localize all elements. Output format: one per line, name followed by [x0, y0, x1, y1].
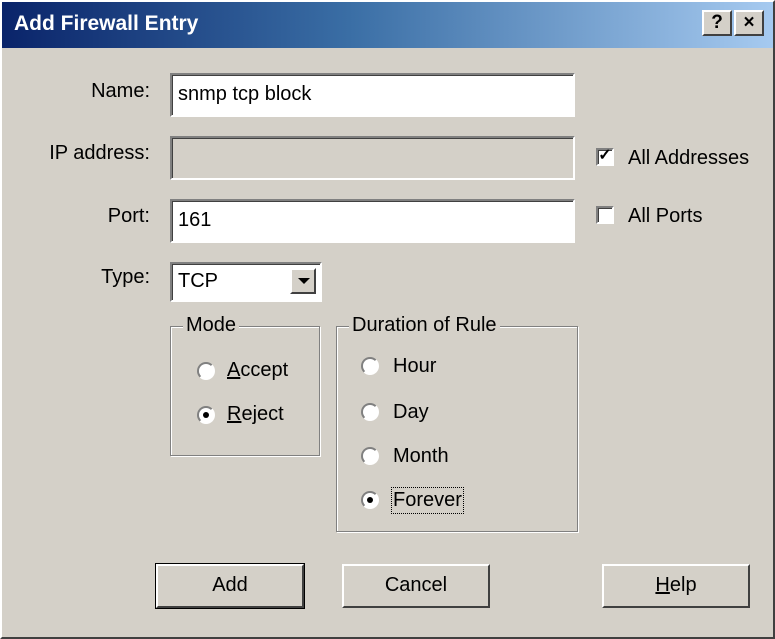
mode-reject-label[interactable]: Reject — [227, 403, 284, 426]
mode-group-title: Mode — [183, 314, 240, 337]
all-addresses-label[interactable]: All Addresses — [628, 147, 749, 170]
close-icon[interactable]: × — [734, 10, 764, 36]
duration-hour-radio[interactable] — [361, 357, 379, 375]
all-addresses-checkbox[interactable]: ✓ — [596, 148, 614, 166]
name-input[interactable]: snmp tcp block — [170, 73, 575, 117]
duration-forever-label[interactable]: Forever — [391, 487, 464, 514]
port-label: Port: — [107, 205, 150, 227]
mode-accept-label[interactable]: Accept — [227, 359, 288, 382]
add-button[interactable]: Add — [155, 563, 305, 609]
help-button[interactable]: Help — [602, 564, 750, 608]
mode-reject-radio[interactable] — [197, 406, 215, 424]
all-ports-label[interactable]: All Ports — [628, 205, 702, 228]
name-label: Name: — [91, 80, 150, 102]
duration-month-label[interactable]: Month — [393, 445, 449, 468]
window-title: Add Firewall Entry — [14, 12, 199, 35]
help-icon[interactable]: ? — [702, 10, 732, 36]
ip-address-input[interactable] — [170, 136, 575, 180]
duration-month-radio[interactable] — [361, 447, 379, 465]
mode-accept-radio[interactable] — [197, 362, 215, 380]
add-firewall-entry-dialog: Add Firewall Entry ? × Name: snmp tcp bl… — [0, 0, 775, 639]
type-selected-value: TCP — [178, 270, 218, 292]
mode-group: Mode Accept Reject — [170, 314, 320, 456]
port-input[interactable]: 161 — [170, 199, 575, 243]
duration-group: Duration of Rule Hour Day Month Forever — [336, 314, 578, 532]
duration-group-title: Duration of Rule — [349, 314, 500, 337]
title-bar[interactable]: Add Firewall Entry ? × — [2, 2, 773, 48]
duration-day-label[interactable]: Day — [393, 401, 429, 424]
duration-hour-label[interactable]: Hour — [393, 355, 436, 378]
type-label: Type: — [101, 266, 150, 288]
duration-forever-radio[interactable] — [361, 491, 379, 509]
chevron-down-icon[interactable] — [290, 268, 316, 294]
all-ports-checkbox[interactable] — [596, 206, 614, 224]
ip-address-label: IP address: — [49, 142, 150, 164]
duration-day-radio[interactable] — [361, 403, 379, 421]
cancel-button[interactable]: Cancel — [342, 564, 490, 608]
